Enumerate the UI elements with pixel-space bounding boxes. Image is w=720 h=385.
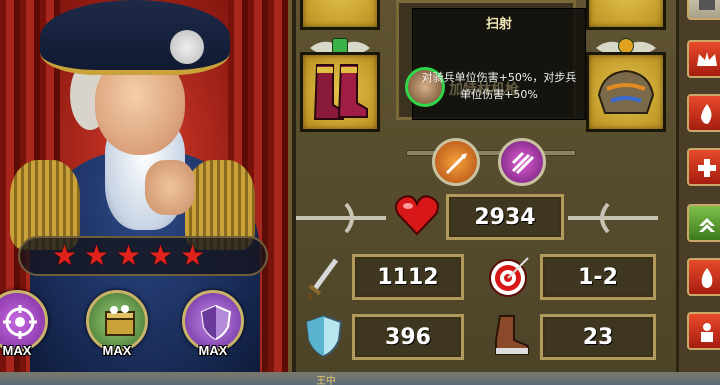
boots-icon [313,64,368,120]
stat-movement: 23 [540,314,656,360]
sidebar-button-hp[interactable] [687,148,720,186]
strafe-icon [511,151,535,175]
sword-icon [306,258,339,300]
equip-slot-armor[interactable] [586,52,666,132]
crown-icon [697,52,717,66]
stat-range: 1-2 [540,254,656,300]
stat-attack: 1112 [352,254,464,300]
hero-fist [145,160,195,215]
tooltip-title: 扫射 [485,17,512,32]
spear-icon [445,153,467,175]
stat-defense: 396 [352,314,464,360]
sidebar-button-flame[interactable] [687,258,720,296]
hat-cockade [170,30,204,64]
sidebar-button-fire[interactable] [687,94,720,132]
target-icon [489,257,529,297]
skill-supply[interactable]: MAX [86,290,148,358]
armor-helmet-icon [597,69,655,114]
tooltip-description: 对骑兵单位伤害+50%，对步兵单位伤害+50% [421,71,577,101]
star-icon: ★ [84,239,110,272]
soldier-icon [701,323,713,342]
sidebar-button-rank-up[interactable] [687,204,720,242]
fire-icon [701,104,712,124]
boot-icon [495,315,529,355]
ability-strafe[interactable] [498,138,546,186]
arrow-decoration-right [568,202,658,234]
crosshair-icon [3,305,37,339]
bottom-strip [0,372,720,385]
defense-shield-icon [305,314,343,358]
star-icon: ★ [52,239,78,272]
equipment-panel: 扫射 加特林机枪 对骑兵单位伤害+50%，对步兵单位伤害+50% 2934 11… [296,0,676,372]
star-icon: ★ [148,239,174,272]
flame-icon [701,268,713,288]
right-sidebar [676,0,720,372]
notebook-icon [699,0,715,10]
skill-tooltip: 扫射 加特林机枪 对骑兵单位伤害+50%，对步兵单位伤害+50% [405,8,586,120]
stat-hp: 2934 [446,194,564,240]
heart-icon [395,195,439,236]
sidebar-button-notebook[interactable] [687,0,720,20]
shield-icon [200,304,232,341]
skill-level: MAX [2,343,32,358]
ability-spear[interactable] [432,138,480,186]
hp-plus-icon [698,159,716,177]
hero-portrait: ★ ★ ★ ★ ★ MAX MAX MAX [0,0,292,372]
star-icon: ★ [116,239,142,272]
sidebar-button-soldier[interactable] [687,312,720,350]
sidebar-button-crown[interactable] [687,40,720,78]
bottom-label: 王中 [316,376,336,385]
skill-level: MAX [102,343,132,358]
rank-up-icon [699,218,715,232]
supply-chest-icon [105,305,135,336]
skill-level: MAX [198,343,228,358]
arrow-decoration-left [296,202,386,234]
star-rating: ★ ★ ★ ★ ★ [18,236,268,276]
star-icon: ★ [180,239,206,272]
equip-slot-boots[interactable] [300,52,380,132]
equip-slot-weapon[interactable] [300,0,380,30]
equip-slot-accessory[interactable] [586,0,666,30]
skill-shield[interactable]: MAX [182,290,244,358]
rail-divider [406,150,576,156]
